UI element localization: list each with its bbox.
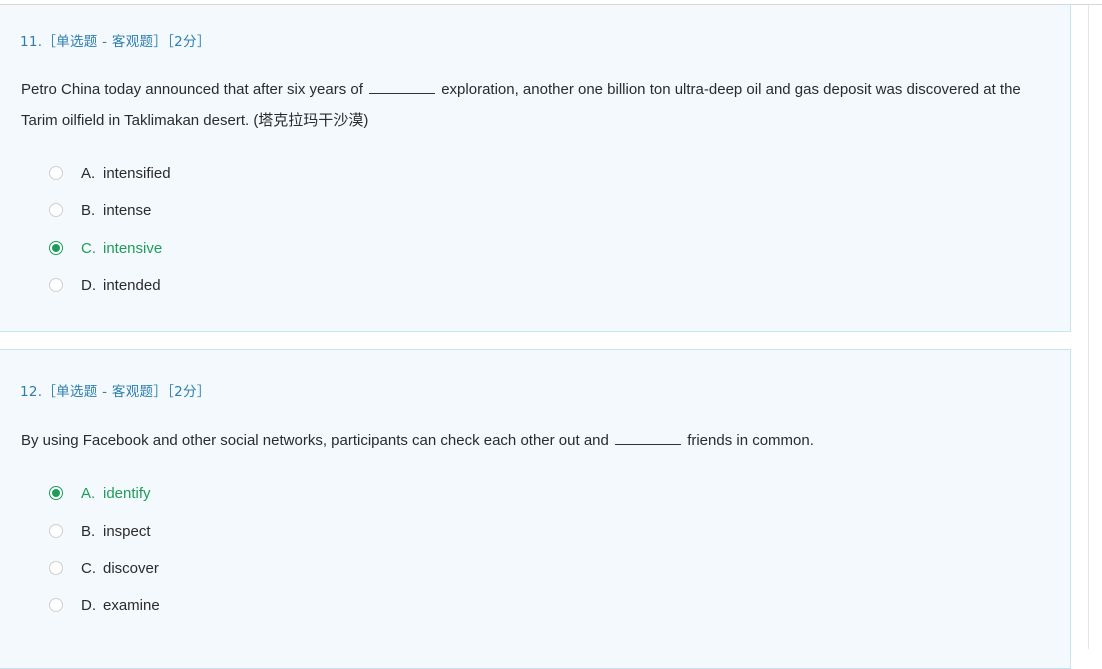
radio-unchecked-icon[interactable]	[49, 524, 63, 538]
question-stem: By using Facebook and other social netwo…	[21, 425, 1051, 456]
option-label: intensive	[103, 239, 163, 257]
option-d[interactable]: D. examine	[49, 594, 160, 616]
radio-unchecked-icon[interactable]	[49, 561, 63, 575]
option-letter: B.	[81, 201, 96, 219]
option-letter: D.	[81, 596, 96, 614]
question-card-11: 11.［单选题 - 客观题］［2分］ Petro China today ann…	[0, 5, 1071, 332]
option-a[interactable]: A. intensified	[49, 162, 171, 184]
question-card-12: 12.［单选题 - 客观题］［2分］ By using Facebook and…	[0, 349, 1071, 669]
option-c[interactable]: C. intensive	[49, 237, 162, 259]
option-d[interactable]: D. intended	[49, 274, 161, 296]
option-label: intensified	[103, 164, 171, 182]
option-letter: B.	[81, 522, 96, 540]
radio-checked-icon[interactable]	[49, 241, 63, 255]
fill-in-blank	[615, 432, 682, 445]
option-letter: A.	[81, 164, 96, 182]
option-label: inspect	[103, 522, 151, 540]
radio-unchecked-icon[interactable]	[49, 203, 63, 217]
option-letter: C.	[81, 559, 96, 577]
option-label: examine	[103, 596, 160, 614]
option-c[interactable]: C. discover	[49, 557, 159, 579]
radio-checked-icon[interactable]	[49, 486, 63, 500]
option-letter: C.	[81, 239, 96, 257]
radio-unchecked-icon[interactable]	[49, 166, 63, 180]
option-label: intense	[103, 201, 152, 219]
stem-text-before-blank: By using Facebook and other social netwo…	[21, 432, 609, 449]
option-label: intended	[103, 276, 161, 294]
page-scrollbar[interactable]	[1088, 5, 1102, 649]
question-stem: Petro China today announced that after s…	[21, 74, 1051, 136]
option-label: identify	[103, 484, 151, 502]
option-letter: A.	[81, 484, 96, 502]
radio-unchecked-icon[interactable]	[49, 278, 63, 292]
question-header: 12.［单选题 - 客观题］［2分］	[20, 384, 211, 400]
option-label: discover	[103, 559, 159, 577]
option-b[interactable]: B. intense	[49, 199, 151, 221]
stem-text-after-blank: friends in common.	[687, 432, 814, 449]
option-letter: D.	[81, 276, 96, 294]
radio-unchecked-icon[interactable]	[49, 598, 63, 612]
option-b[interactable]: B. inspect	[49, 520, 151, 542]
stem-text-before-blank: Petro China today announced that after s…	[21, 81, 363, 98]
fill-in-blank	[369, 81, 436, 94]
option-a[interactable]: A. identify	[49, 482, 151, 504]
question-header: 11.［单选题 - 客观题］［2分］	[20, 34, 211, 50]
